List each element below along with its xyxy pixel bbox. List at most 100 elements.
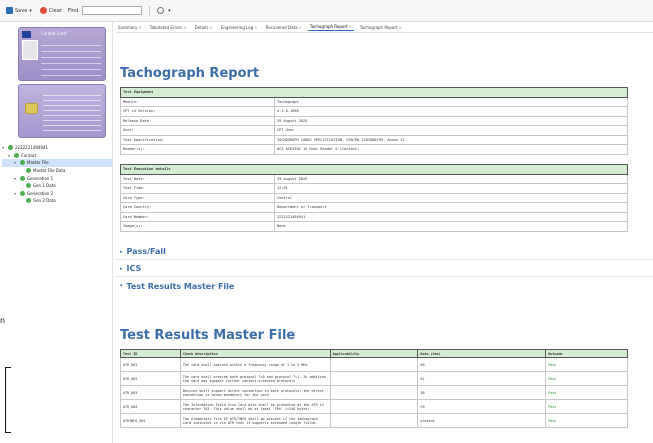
chip-icon [25,103,38,114]
outcome-cell: Pass [545,413,628,428]
field-value: 4.3.0.1098 [274,106,628,117]
field-name: Release Date: [120,115,275,126]
check-description-cell: The card shall provide both protocol T=0… [179,371,331,386]
report-title: Tachograph Report [120,66,260,81]
tree-item[interactable]: ▾ Generation 1 [2,174,112,182]
column-header: Outcome [545,349,628,358]
margin-bracket [5,367,11,433]
field-value: Tachograph [274,96,628,107]
tree-item-label: Gen 1 Data [33,183,56,189]
table-row: ATRINFO_001 The elementary file EF ATR/IN… [120,413,628,428]
section-label: ICS [126,264,142,273]
outcome-cell: Pass [545,399,628,414]
check-icon [20,160,25,166]
check-description-cell: The elementary file EF ATR/INFO shall be… [179,413,331,428]
expand-icon: ▸ [120,248,123,255]
section-test-results-master-file[interactable]: ▾ Test Results Master File [116,278,653,294]
check-description-cell: The card shall operate within a frequenc… [179,357,331,372]
column-header: Check description [179,349,331,358]
clear-icon [39,7,47,14]
card-front-image: Control Card [18,27,106,81]
card-front-text-lines [41,40,101,76]
tab-label: Engineering Log [220,24,254,30]
field-name: CPT v4 Version: [120,106,275,117]
check-description-cell: The Information Field Size Card byte sha… [179,399,331,414]
tab-label: Tachograph Report [309,24,348,29]
tab-label: Tabulated Errors [149,24,183,30]
table-row: Card Number: 2222221494941 [120,211,628,222]
field-name: Test Specification: [120,134,275,145]
tree-item[interactable]: ▾ Master File [2,159,112,167]
tree-toggle-icon[interactable]: ▾ [2,145,6,150]
tab[interactable]: Summary× [116,24,144,31]
tab[interactable]: Engineering Log× [219,24,260,31]
tree-toggle-icon[interactable]: ▾ [14,160,18,165]
table-row: CPT v4 Version: 4.3.0.1098 [120,106,628,117]
field-name: Image(s): [120,221,275,232]
find-input[interactable] [82,6,143,15]
save-label: Save [15,7,28,14]
outcome-cell: Pass [545,371,628,386]
table-row: ATR_003 Devices shall support direct conv… [120,385,628,400]
field-value: None [274,221,628,232]
chevron-down-icon[interactable]: ▾ [29,8,32,14]
close-icon[interactable]: × [399,25,402,30]
close-icon[interactable]: × [209,25,212,30]
applicability-cell [329,371,419,386]
tab[interactable]: Tabulated Errors× [148,24,189,31]
close-icon[interactable]: × [138,25,141,30]
test-execution-table: Test Execution details Test Date: 29 Augu… [120,164,628,232]
app-window: Save ▾ Clear Find ▾ Control Card ▾ 222222… [0,0,653,443]
close-icon[interactable]: × [299,25,302,30]
data-hex-cell: 3B [417,385,547,400]
field-value: 2222221494941 [274,211,628,222]
tab[interactable]: Tachograph Report× [307,23,354,31]
table-row: Card Country: Department of Transport [120,202,628,213]
test-id-cell: ATR_003 [120,385,181,400]
eu-flag-icon [22,31,31,38]
tree-item[interactable]: Gen 1 Data [2,182,112,190]
check-icon [26,168,31,174]
tree-item[interactable]: ▾ Contact [2,152,112,160]
margin-letter: n [0,316,6,325]
tab[interactable]: Tachograph Report× [358,24,404,31]
collapse-icon: ▾ [120,283,123,289]
check-icon [20,190,25,196]
tab[interactable]: Details× [193,24,215,31]
section-label: Test Results Master File [126,281,235,291]
card-back-text-lines [43,91,101,135]
outcome-cell: Pass [545,385,628,400]
table-row: ATR_004 The Information Field Size Card b… [120,399,628,414]
tab[interactable]: Recovered Data× [264,24,304,31]
column-header: Data (hex) [417,349,547,358]
tree-item[interactable]: ▾ Generation 2 [2,190,112,198]
results-title: Test Results Master File [120,328,296,343]
tree-item-label: Generation 1 [27,175,54,181]
field-value: CPT User [274,125,628,136]
search-icon[interactable] [157,7,165,14]
tree-toggle-icon[interactable]: ▾ [14,176,18,181]
section-pass-fail[interactable]: ▸ Pass/Fail [116,244,653,260]
toolbar-divider [149,5,151,16]
test-id-cell: ATRINFO_001 [120,413,181,428]
field-name: Card Country: [120,202,275,213]
close-icon[interactable]: × [349,24,352,29]
tree-item-label: Gen 2 Data [33,198,56,204]
search-options-chevron-icon[interactable]: ▾ [168,8,171,14]
card-photo [22,40,38,60]
close-icon[interactable]: × [254,25,257,30]
tree-toggle-icon[interactable]: ▾ [8,153,12,158]
clear-button[interactable]: Clear [38,6,64,15]
tree-item[interactable]: ▾ 2222221494941 [2,144,112,152]
tree-item-label: Master File Data [33,168,66,174]
applicability-cell [329,357,419,372]
tree-item[interactable]: Master File Data [2,167,112,175]
tree-item[interactable]: Gen 2 Data [2,197,112,205]
tree-toggle-icon[interactable]: ▾ [14,191,18,196]
save-button[interactable]: Save ▾ [4,6,34,15]
table-row: Test Time: 12:01 [120,183,628,194]
close-icon[interactable]: × [183,25,186,30]
field-name: Card Type: [120,192,275,203]
table-row: Test Specification: TACHOGRAPH CARDS SPEC… [120,134,628,145]
section-ics[interactable]: ▸ ICS [116,261,653,277]
